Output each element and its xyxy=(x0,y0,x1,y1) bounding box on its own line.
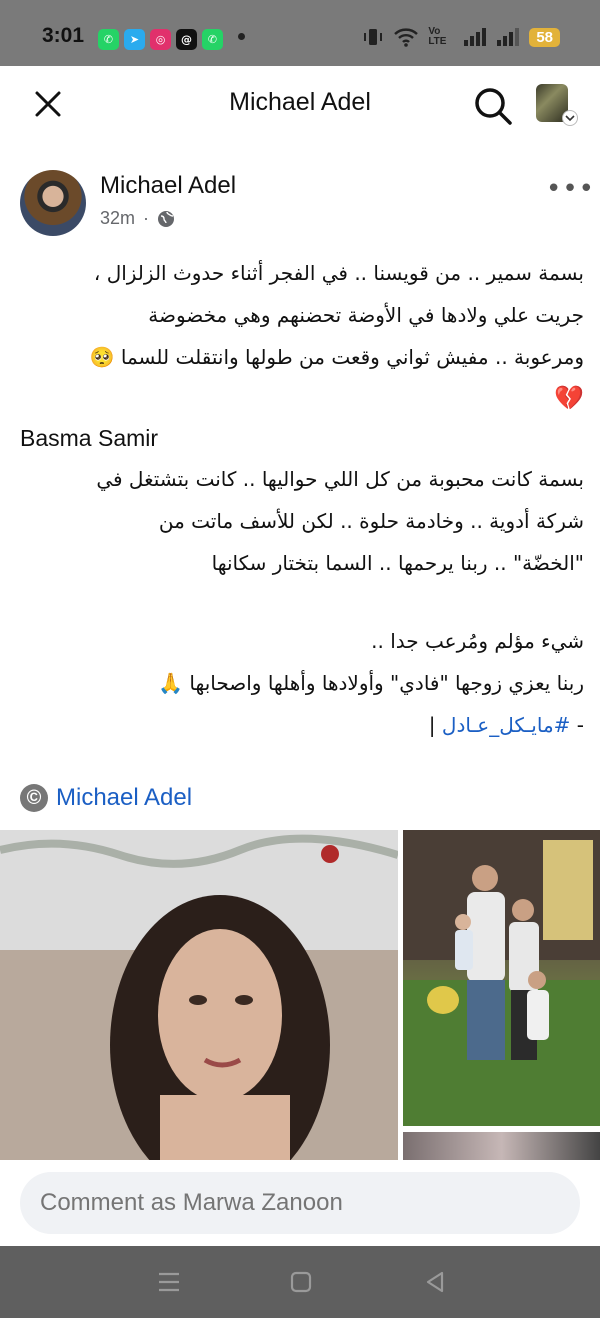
signal-icon xyxy=(497,28,520,46)
more-notifications-dot xyxy=(238,33,245,40)
top-bar: Michael Adel xyxy=(0,66,600,144)
chevron-down-icon xyxy=(562,110,578,126)
hashtag-line: - #مايـكل_عـادل | xyxy=(428,713,584,737)
system-navigation-bar xyxy=(0,1246,600,1318)
telegram-icon: ➤ xyxy=(124,29,145,50)
signal-icon xyxy=(464,28,487,46)
text-line: شيء مؤلم ومُرعب جدا .. xyxy=(371,629,584,653)
more-options-button[interactable]: ••• xyxy=(546,174,595,204)
author-name[interactable]: Michael Adel xyxy=(100,172,236,200)
copyright-icon: © xyxy=(20,784,48,812)
post-text: بسمة سمير .. من قويسنا .. في الفجر أثناء… xyxy=(20,252,584,746)
author-avatar[interactable] xyxy=(20,170,86,236)
copyright-mention[interactable]: Michael Adel xyxy=(56,784,192,812)
copyright-line: © Michael Adel xyxy=(20,784,192,812)
status-time: 3:01 xyxy=(42,24,85,47)
instagram-icon: ◎ xyxy=(150,29,171,50)
post-photo-portrait[interactable] xyxy=(0,830,398,1166)
menu-icon xyxy=(159,1272,179,1292)
text-line: بسمة سمير .. من قويسنا .. في الفجر أثناء… xyxy=(93,261,584,285)
text-line: ربنا يعزي زوجها "فادي" وأولادها وأهلها و… xyxy=(158,671,584,695)
broken-heart-emoji: 💔 xyxy=(554,384,584,412)
profile-switcher[interactable] xyxy=(536,84,578,126)
comment-input[interactable] xyxy=(20,1172,580,1234)
name-english: Basma Samir xyxy=(20,425,159,451)
meta-separator: · xyxy=(143,208,150,228)
search-icon xyxy=(475,88,512,125)
hashtag-link[interactable]: #مايـكل_عـادل xyxy=(442,713,571,737)
whatsapp-icon: ✆ xyxy=(202,29,223,50)
post-time[interactable]: 32m xyxy=(100,208,135,229)
text-line: شركة أدوية .. وخادمة حلوة .. لكن للأسف م… xyxy=(158,509,584,533)
home-icon xyxy=(290,1271,312,1293)
recent-apps-button[interactable] xyxy=(152,1268,186,1296)
notification-icons: ✆ ➤ ◎ @ ✆ xyxy=(98,29,223,50)
portrait-image xyxy=(0,830,398,1166)
battery-indicator: 58 xyxy=(529,27,560,47)
back-button[interactable] xyxy=(418,1268,452,1296)
text-line: ومرعوبة .. مفيش ثواني وقعت من طولها وانت… xyxy=(89,345,584,369)
back-icon xyxy=(426,1271,444,1293)
home-button[interactable] xyxy=(284,1268,318,1296)
threads-icon: @ xyxy=(176,29,197,50)
family-image xyxy=(403,830,600,1126)
comment-bar xyxy=(0,1160,600,1246)
text-line: جريت علي ولادها في الأوضة تحضنهم وهي مخض… xyxy=(148,303,584,327)
search-button[interactable] xyxy=(470,84,516,128)
whatsapp-icon: ✆ xyxy=(98,29,119,50)
text-line: "الخضّة" .. ربنا يرحمها .. السما بتختار … xyxy=(211,551,584,575)
volte-label: Vo LTE xyxy=(428,26,447,47)
post-header: Michael Adel 32m · ••• xyxy=(0,160,600,250)
globe-icon xyxy=(158,210,175,227)
status-bar: 3:01 ✆ ➤ ◎ @ ✆ Vo LTE 58 xyxy=(0,0,600,66)
system-icons: Vo LTE 58 xyxy=(362,26,560,48)
wifi-icon xyxy=(394,28,419,47)
text-line: بسمة كانت محبوبة من كل اللي حواليها .. ك… xyxy=(96,467,584,491)
vibrate-icon xyxy=(364,29,383,45)
post-photo-family[interactable] xyxy=(403,830,600,1126)
post-meta: 32m · xyxy=(100,208,175,229)
